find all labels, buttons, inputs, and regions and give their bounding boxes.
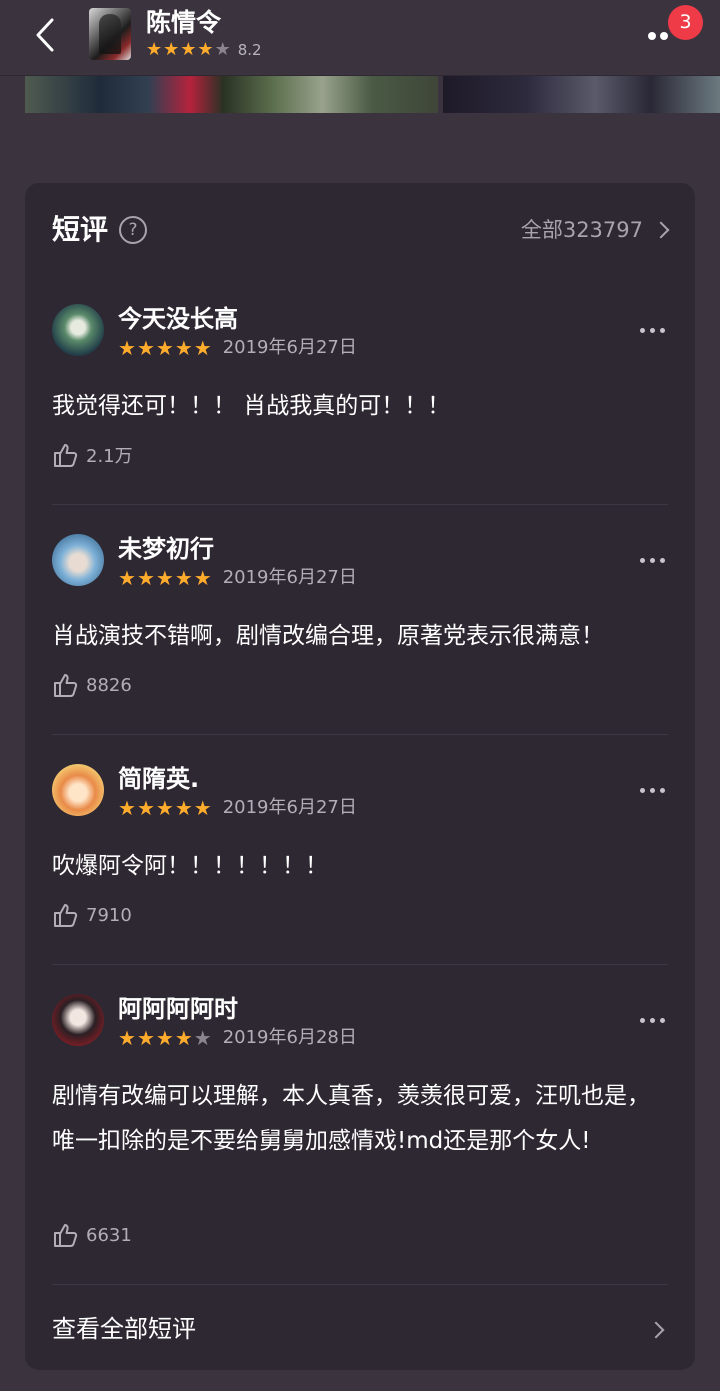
star-icon: ★ <box>118 336 136 360</box>
star-icon: ★ <box>136 796 155 820</box>
star-icon: ★ <box>193 336 212 360</box>
review-rating: ★ ★ ★ ★ ★ 2019年6月27日 <box>118 566 357 590</box>
review-username[interactable]: 简隋英. <box>118 762 199 796</box>
star-icon: ★ <box>136 566 155 590</box>
dot-icon <box>660 788 665 793</box>
like-button[interactable]: 7910 <box>52 902 132 928</box>
dot-icon <box>640 328 645 333</box>
back-arrow-icon <box>36 18 54 52</box>
review-rating: ★ ★ ★ ★ ★ 2019年6月28日 <box>118 1026 357 1050</box>
review-date: 2019年6月28日 <box>222 1027 357 1048</box>
review-date: 2019年6月27日 <box>222 337 357 358</box>
thumbs-up-icon <box>54 1224 78 1247</box>
star-icon: ★ <box>193 796 212 820</box>
dot-icon <box>640 558 645 563</box>
review-menu-button[interactable] <box>640 552 668 568</box>
divider <box>52 734 668 735</box>
avatar[interactable] <box>52 764 104 816</box>
review-date: 2019年6月27日 <box>222 567 357 588</box>
star-icon: ★ <box>193 566 212 590</box>
top-bar: 陈情令 ★ ★ ★ ★ ★ 8.2 3 <box>0 0 720 76</box>
star-icon: ★ <box>118 566 136 590</box>
rating-star-icon: ★ <box>197 39 214 60</box>
star-icon: ★ <box>155 1026 174 1050</box>
view-all-reviews-label: 查看全部短评 <box>52 1315 196 1343</box>
show-rating: ★ ★ ★ ★ ★ 8.2 <box>146 40 262 60</box>
review-rating: ★ ★ ★ ★ ★ 2019年6月27日 <box>118 336 357 360</box>
dot-icon <box>650 328 655 333</box>
star-icon: ★ <box>136 1026 155 1050</box>
avatar[interactable] <box>52 534 104 586</box>
dot-icon <box>660 328 665 333</box>
back-button[interactable] <box>30 14 66 56</box>
notification-badge[interactable]: 3 <box>668 5 703 40</box>
star-icon: ★ <box>193 1026 212 1050</box>
review-username[interactable]: 阿阿阿阿时 <box>118 992 238 1026</box>
star-icon: ★ <box>174 336 193 360</box>
still-photo[interactable] <box>25 75 438 113</box>
review-username[interactable]: 今天没长高 <box>118 302 238 336</box>
rating-star-icon: ★ <box>180 39 197 60</box>
view-all-reviews-button[interactable]: 查看全部短评 <box>52 1305 668 1355</box>
star-icon: ★ <box>118 796 136 820</box>
like-button[interactable]: 8826 <box>52 672 132 698</box>
chevron-right-icon <box>652 221 670 239</box>
rating-star-icon: ★ <box>146 39 163 60</box>
rating-score: 8.2 <box>237 41 262 59</box>
show-title: 陈情令 <box>146 8 222 37</box>
stills-gallery <box>25 75 720 113</box>
review-rating: ★ ★ ★ ★ ★ 2019年6月27日 <box>118 796 357 820</box>
review-text: 剧情有改编可以理解，本人真香，羡羡很可爱，汪叽也是，唯一扣除的是不要给舅舅加感情… <box>52 1083 650 1154</box>
review-menu-button[interactable] <box>640 1012 668 1028</box>
thumbs-up-icon <box>54 444 78 467</box>
like-button[interactable]: 2.1万 <box>52 442 133 468</box>
rating-star-icon: ★ <box>214 39 231 60</box>
star-icon: ★ <box>118 1026 136 1050</box>
review-username[interactable]: 未梦初行 <box>118 532 214 566</box>
thumbs-up-icon <box>54 904 78 927</box>
dot-icon <box>650 1018 655 1023</box>
short-reviews-card: 短评 ? 全部323797 今天没长高 ★ ★ ★ ★ ★ 2019年6月27日… <box>25 183 695 1370</box>
more-dot-icon <box>648 32 656 40</box>
show-poster-thumbnail[interactable] <box>89 8 131 60</box>
avatar[interactable] <box>52 304 104 356</box>
still-photo[interactable] <box>443 75 720 113</box>
star-icon: ★ <box>174 796 193 820</box>
like-count: 6631 <box>86 1224 132 1246</box>
dot-icon <box>660 1018 665 1023</box>
divider <box>52 504 668 505</box>
dot-icon <box>650 788 655 793</box>
divider <box>52 964 668 965</box>
dot-icon <box>640 788 645 793</box>
section-title: 短评 <box>52 213 109 246</box>
thumbs-up-icon <box>54 674 78 697</box>
help-icon[interactable]: ? <box>119 216 147 244</box>
like-count: 8826 <box>86 674 132 696</box>
like-button[interactable]: 6631 <box>52 1222 132 1248</box>
star-icon: ★ <box>155 796 174 820</box>
like-count: 7910 <box>86 904 132 926</box>
star-icon: ★ <box>136 336 155 360</box>
more-dot-icon <box>660 32 668 40</box>
dot-icon <box>650 558 655 563</box>
review-date: 2019年6月27日 <box>222 797 357 818</box>
review-text: 肖战演技不错啊，剧情改编合理，原著党表示很满意！ <box>52 623 604 649</box>
dot-icon <box>660 558 665 563</box>
rating-star-icon: ★ <box>163 39 180 60</box>
review-menu-button[interactable] <box>640 782 668 798</box>
review-text: 吹爆阿令阿！！！！！！！ <box>52 853 328 879</box>
review-text: 我觉得还可！！！ 肖战我真的可！！！ <box>52 393 451 419</box>
star-icon: ★ <box>174 566 193 590</box>
divider <box>52 1284 668 1285</box>
all-reviews-count: 全部323797 <box>520 218 643 242</box>
star-icon: ★ <box>155 566 174 590</box>
like-count: 2.1万 <box>86 446 133 467</box>
chevron-right-icon <box>647 1321 665 1339</box>
all-reviews-link[interactable]: 全部323797 <box>520 213 670 247</box>
review-menu-button[interactable] <box>640 322 668 338</box>
avatar[interactable] <box>52 994 104 1046</box>
star-icon: ★ <box>155 336 174 360</box>
star-icon: ★ <box>174 1026 193 1050</box>
dot-icon <box>640 1018 645 1023</box>
